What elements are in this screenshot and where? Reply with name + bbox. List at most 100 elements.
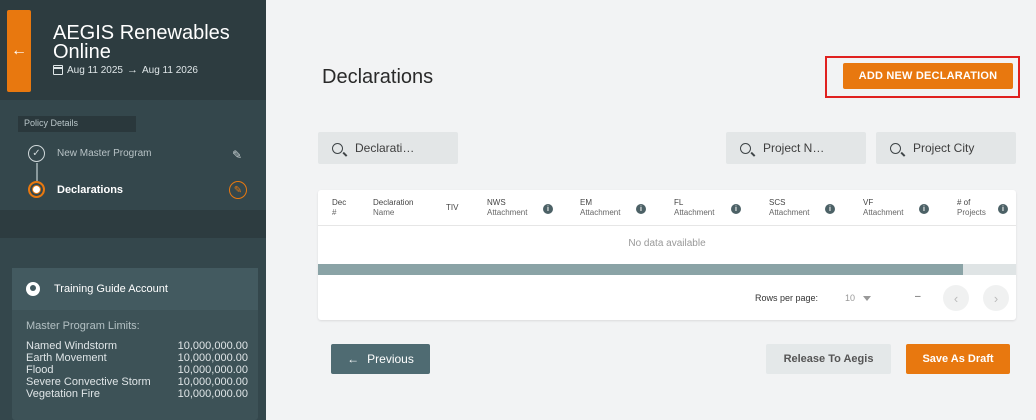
col-line1: FL [674, 198, 684, 207]
col-line2: Attachment [769, 208, 810, 217]
search-placeholder: Project N… [763, 141, 825, 155]
back-button[interactable]: ← [7, 10, 31, 92]
arrow-left-icon: ← [347, 352, 360, 366]
release-to-aegis-button[interactable]: Release To Aegis [766, 344, 891, 374]
col-line1: Dec [332, 198, 347, 207]
col-line2: Attachment [863, 208, 904, 217]
save-as-draft-button[interactable]: Save As Draft [906, 344, 1010, 374]
column-header-fl[interactable]: FL Attachment [674, 198, 714, 218]
limit-row: Named Windstorm 10,000,000.00 [26, 340, 248, 352]
scrollbar-thumb[interactable] [318, 264, 963, 275]
sidebar-divider [0, 210, 266, 238]
page-title: Declarations [322, 66, 434, 88]
col-line2: # [332, 208, 337, 217]
step-label: New Master Program [57, 148, 152, 159]
app-title: AEGIS Renewables Online [53, 22, 230, 63]
limit-label: Severe Convective Storm [26, 376, 151, 388]
search-icon [890, 142, 901, 154]
column-header-tiv[interactable]: TIV [446, 203, 458, 213]
column-header-nws[interactable]: NWS Attachment [487, 198, 527, 218]
column-header-scs[interactable]: SCS Attachment [769, 198, 809, 218]
table-header: Dec # Declaration Name TIV NWS Attachment i… [318, 190, 1016, 226]
search-placeholder: Project City [913, 141, 975, 155]
limits-title: Master Program Limits: [26, 320, 140, 332]
limits-list: Named Windstorm 10,000,000.00 Earth Movem… [26, 340, 248, 400]
step-connector [36, 163, 38, 181]
project-name-search-input[interactable]: Project N… [726, 132, 866, 164]
check-circle-icon: ✓ [28, 145, 45, 162]
step-new-master-program[interactable]: ✓ New Master Program [28, 145, 151, 162]
info-icon[interactable]: i [919, 204, 929, 214]
empty-state-text: No data available [628, 238, 706, 249]
active-step-icon [28, 181, 45, 198]
limit-value: 10,000,000.00 [177, 352, 248, 364]
declarations-table: Dec # Declaration Name TIV NWS Attachment i… [318, 190, 1016, 320]
col-line1: EM [580, 198, 592, 207]
col-line2: Attachment [580, 208, 621, 217]
search-placeholder: Declarati… [355, 141, 415, 155]
date-end: Aug 11 2026 [141, 64, 198, 76]
search-icon [332, 142, 343, 154]
rows-per-page-label: Rows per page: [755, 293, 819, 303]
limit-row: Severe Convective Storm 10,000,000.00 [26, 376, 248, 388]
add-new-declaration-button[interactable]: ADD NEW DECLARATION [843, 63, 1013, 89]
chevron-right-icon: › [993, 290, 999, 306]
col-line2: Attachment [487, 208, 528, 217]
caret-down-icon [863, 295, 872, 301]
limit-value: 10,000,000.00 [177, 388, 248, 400]
previous-page-button[interactable]: ‹ [943, 285, 969, 311]
limit-row: Earth Movement 10,000,000.00 [26, 352, 248, 364]
edit-circle-icon[interactable]: ✎ [229, 181, 247, 199]
limit-row: Flood 10,000,000.00 [26, 364, 248, 376]
user-icon [26, 282, 40, 296]
col-line2: Attachment [674, 208, 715, 217]
rows-per-page-select[interactable]: 10 [845, 293, 872, 303]
account-header: Training Guide Account [12, 268, 258, 310]
limit-value: 10,000,000.00 [177, 340, 248, 352]
page-range: – [915, 291, 921, 302]
info-icon[interactable]: i [998, 204, 1008, 214]
arrow-right-icon: → [126, 64, 138, 76]
col-line2: Projects [957, 208, 986, 217]
step-declarations[interactable]: Declarations [28, 181, 123, 198]
info-icon[interactable]: i [543, 204, 553, 214]
col-line1: # of [957, 198, 971, 207]
edit-pencil-icon[interactable]: ✎ [232, 148, 242, 162]
limit-label: Named Windstorm [26, 340, 118, 352]
section-label: Policy Details [18, 116, 136, 132]
arrow-left-icon: ← [11, 42, 27, 59]
policy-date-range: Aug 11 2025 → Aug 11 2026 [53, 64, 198, 76]
previous-label: Previous [367, 352, 414, 366]
info-icon[interactable]: i [731, 204, 741, 214]
next-page-button[interactable]: › [983, 285, 1009, 311]
limit-label: Flood [26, 364, 54, 376]
col-line1: TIV [446, 203, 459, 212]
limit-label: Earth Movement [26, 352, 107, 364]
limit-label: Vegetation Fire [26, 388, 100, 400]
search-icon [740, 142, 751, 154]
column-header-projects[interactable]: # of Projects [957, 198, 986, 218]
column-header-declaration-name[interactable]: Declaration Name [373, 198, 413, 218]
column-header-em[interactable]: EM Attachment [580, 198, 620, 218]
account-card: Training Guide Account Master Program Li… [12, 268, 258, 420]
column-header-dec[interactable]: Dec # [332, 198, 346, 218]
column-header-vf[interactable]: VF Attachment [863, 198, 903, 218]
chevron-left-icon: ‹ [953, 290, 959, 306]
limit-value: 10,000,000.00 [177, 364, 248, 376]
limit-value: 10,000,000.00 [177, 376, 248, 388]
sidebar: ← AEGIS Renewables Online Aug 11 2025 → … [0, 0, 266, 420]
previous-button[interactable]: ← Previous [331, 344, 430, 374]
info-icon[interactable]: i [825, 204, 835, 214]
rows-per-page-value: 10 [845, 293, 856, 303]
col-line1: VF [863, 198, 874, 207]
project-city-search-input[interactable]: Project City [876, 132, 1016, 164]
declaration-search-input[interactable]: Declarati… [318, 132, 458, 164]
account-name: Training Guide Account [54, 283, 168, 295]
info-icon[interactable]: i [636, 204, 646, 214]
col-line2: Name [373, 208, 395, 217]
calendar-icon [53, 65, 63, 75]
col-line1: Declaration [373, 198, 414, 207]
step-label: Declarations [57, 183, 124, 196]
sidebar-header: ← AEGIS Renewables Online Aug 11 2025 → … [0, 0, 266, 100]
limit-row: Vegetation Fire 10,000,000.00 [26, 388, 248, 400]
